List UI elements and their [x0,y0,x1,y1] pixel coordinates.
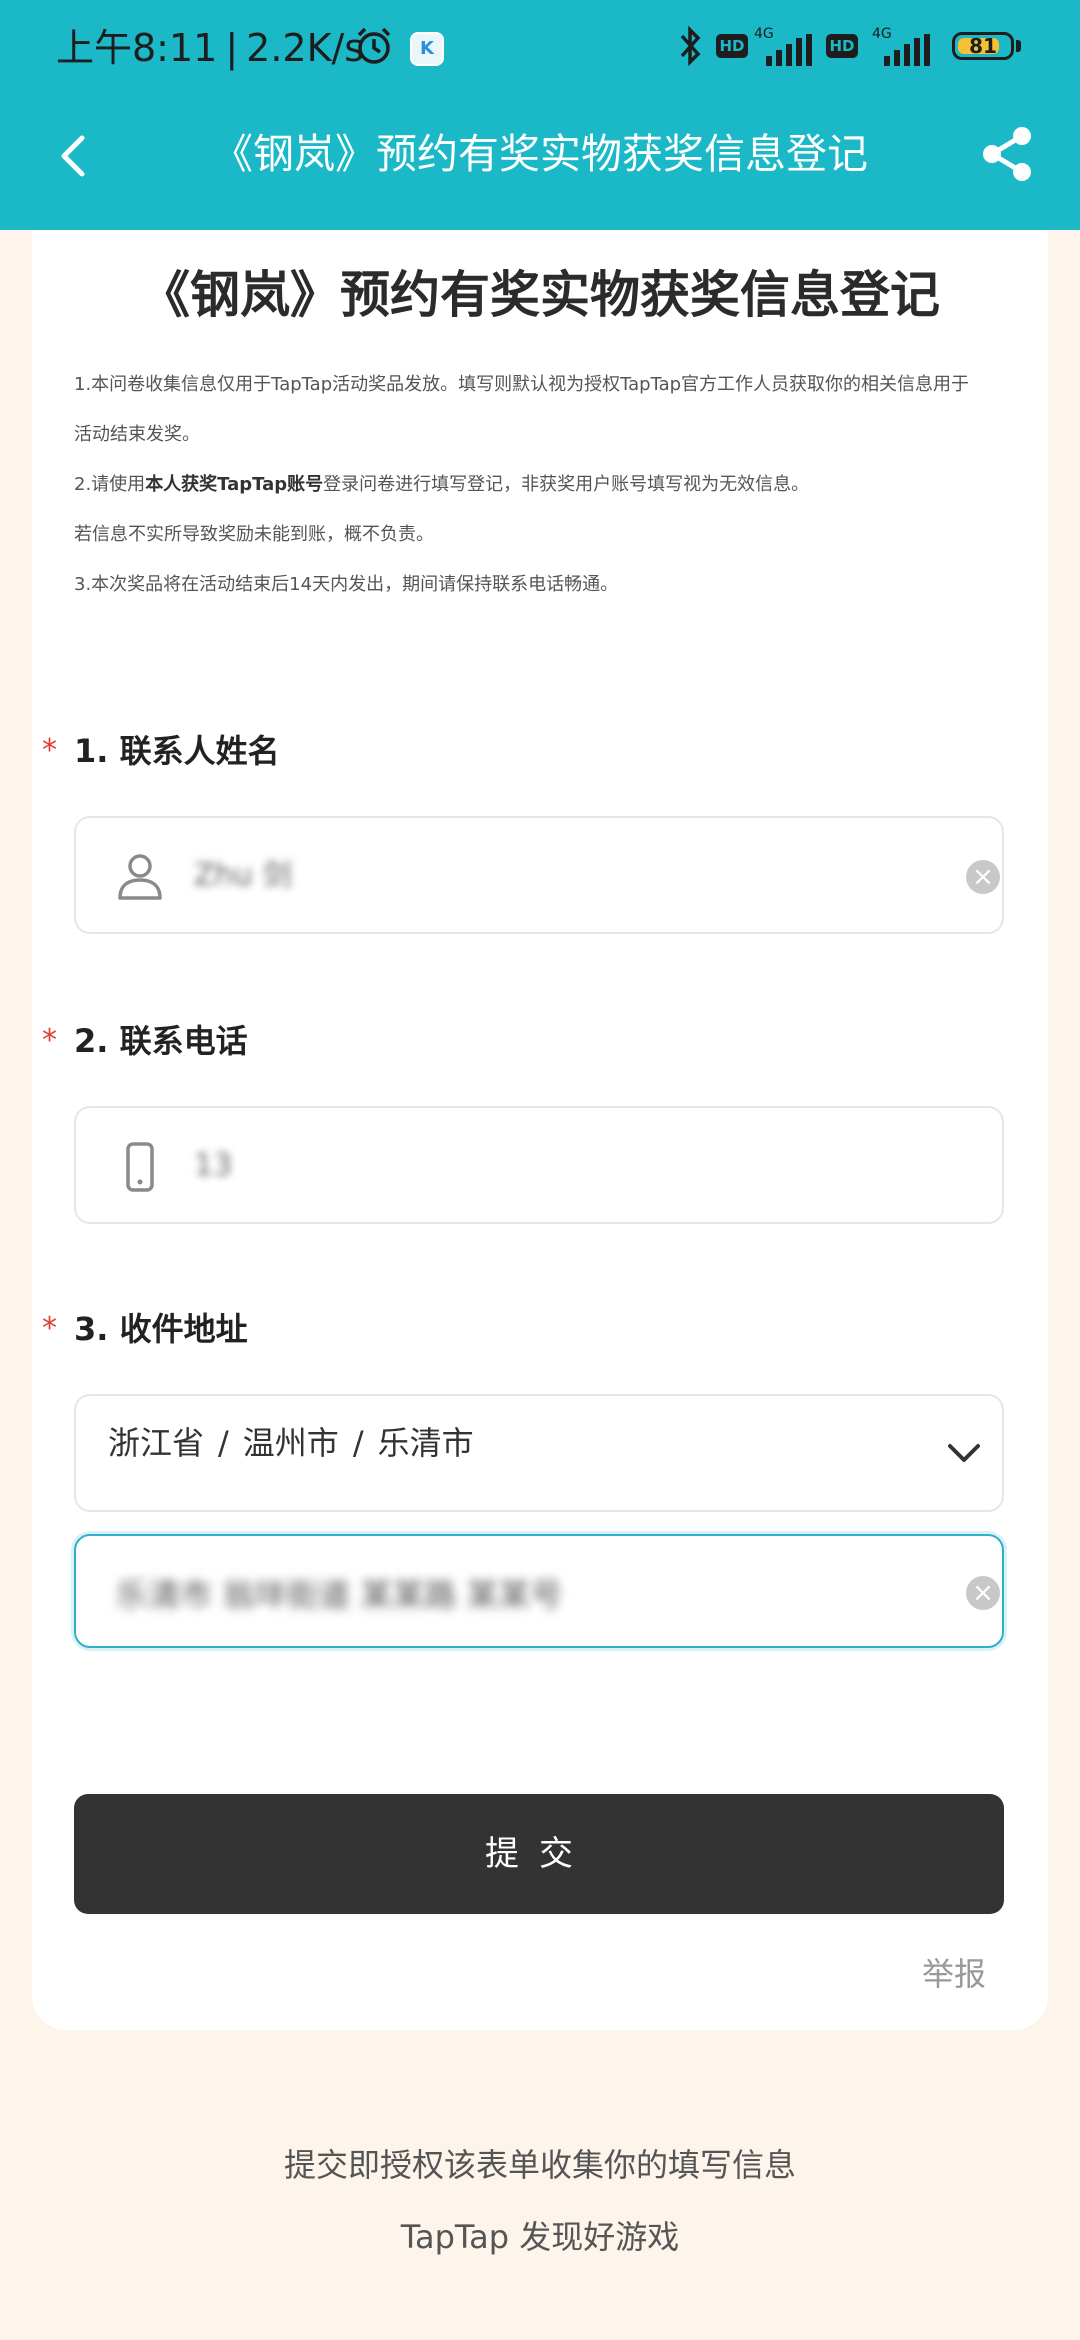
clear-icon: × [972,1578,994,1608]
note-line-2: 活动结束发奖。 [74,424,200,445]
phone-value[interactable]: 13 [194,1142,232,1190]
clear-icon: × [972,862,994,892]
app-bar-title: 《钢岚》预约有奖实物获奖信息登记 [212,130,868,178]
province: 浙江省 [108,1424,205,1462]
alarm-icon [357,27,391,64]
contact-name-value[interactable]: Zhu 剑 [194,852,292,900]
note-line-3-suffix: 登录问卷进行填写登记，非获奖用户账号填写视为无效信息。 [323,474,810,495]
region-select-value: 浙江省 / 温州市 / 乐清市 [108,1418,474,1468]
question-3-label: 3. 收件地址 [74,1310,248,1348]
clear-name-button[interactable]: × [966,860,1000,894]
chevron-down-icon[interactable] [946,1440,982,1468]
phone-icon [126,1142,154,1192]
contact-name-field[interactable]: Zhu 剑 × [74,816,1004,934]
status-time: 上午8:11 | 2.2K/s [56,20,364,76]
city: 温州市 [242,1424,339,1462]
battery-icon: 81 [952,32,1014,60]
k-app-notification-icon: K [410,32,444,66]
note-line-1: 1.本问卷收集信息仅用于TapTap活动奖品发放。填写则默认视为授权TapTap… [74,374,970,395]
note-line-3-prefix: 2.请使用 [74,474,146,495]
taptap-slogan: TapTap 发现好游戏 [400,2218,680,2256]
authorization-notice: 提交即授权该表单收集你的填写信息 [283,2146,796,2184]
question-2-label: 2. 联系电话 [74,1022,248,1060]
battery-cap [1016,40,1021,52]
district: 乐清市 [377,1424,474,1462]
region-separator: / [352,1424,364,1462]
required-mark: * [42,733,57,768]
required-mark: * [42,1023,57,1058]
note-line-3: 2.请使用本人获奖TapTap账号登录问卷进行填写登记，非获奖用户账号填写视为无… [74,460,1024,510]
status-separator: | [225,26,239,70]
phone-field[interactable]: 13 [74,1106,1004,1224]
signal-icon-2 [884,34,930,66]
hd-badge-1: HD [716,34,748,58]
signal-icon-1 [766,34,812,66]
clear-address-button[interactable]: × [966,1576,1000,1610]
note-line-5: 3.本次奖品将在活动结束后14天内发出，期间请保持联系电话畅通。 [74,574,619,595]
k-app-letter: K [420,38,434,59]
status-bar: 上午8:11 | 2.2K/s K HD 4G HD 4G 81 [0,0,1080,96]
report-link[interactable]: 举报 [922,1952,986,1996]
submit-button[interactable]: 提交 [74,1794,1004,1914]
question-1-label: 1. 联系人姓名 [74,732,280,770]
status-clock: 上午8:11 [56,26,218,70]
status-speed: 2.2K/s [246,26,365,70]
form-title: 《钢岚》预约有奖实物获奖信息登记 [140,266,940,324]
hd-badge-2: HD [826,34,858,58]
share-icon[interactable] [978,122,1038,186]
address-detail-field[interactable]: 乐清市 翁垟街道 某某路 某某号 × [74,1534,1004,1648]
form-card: 《钢岚》预约有奖实物获奖信息登记 1.本问卷收集信息仅用于TapTap活动奖品发… [32,230,1048,2030]
battery-level: 81 [969,34,997,58]
app-bar: 《钢岚》预约有奖实物获奖信息登记 [0,96,1080,230]
region-separator: / [218,1424,229,1462]
note-line-4: 若信息不实所导致奖励未能到账，概不负责。 [74,524,434,545]
note-line-3-bold: 本人获奖TapTap账号 [145,474,324,495]
required-mark: * [42,1311,57,1346]
user-icon [118,854,162,900]
address-detail-value[interactable]: 乐清市 翁垟街道 某某路 某某号 [116,1572,563,1618]
bluetooth-icon [680,25,701,67]
form-notes: 1.本问卷收集信息仅用于TapTap活动奖品发放。填写则默认视为授权TapTap… [74,360,1024,610]
region-select[interactable]: 浙江省 / 温州市 / 乐清市 [74,1394,1004,1512]
